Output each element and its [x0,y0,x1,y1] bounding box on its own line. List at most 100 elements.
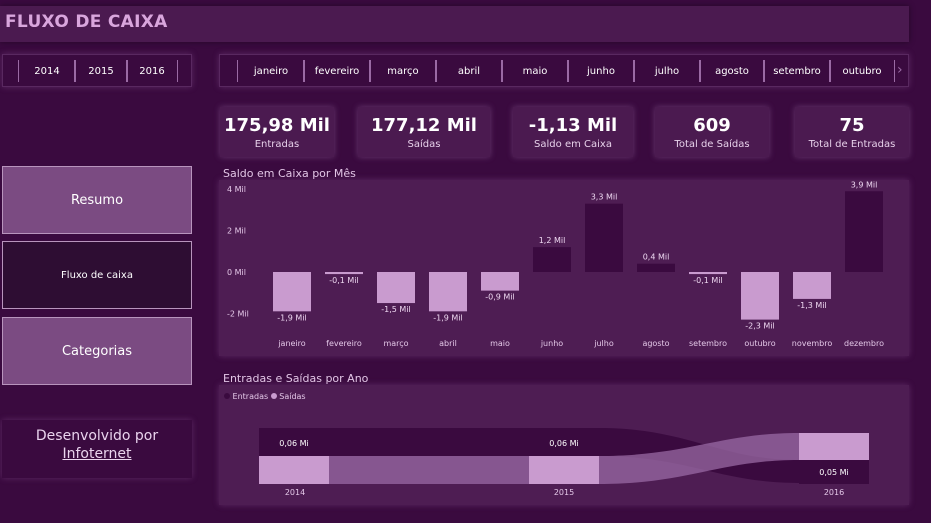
data-label: -1,3 Mil [797,301,827,310]
kpi-total-saidas: 609 Total de Saídas [655,107,769,157]
ribbon-saidas [329,456,529,484]
month-agosto-button[interactable]: agosto [699,60,765,82]
legend-entradas: Entradas [232,392,269,401]
x-tick-2015: 2015 [554,488,574,497]
saldo-chart-panel: 4 Mil 2 Mil 0 Mil -2 Mil -1,9 Mil janeiro -0,1… [219,180,909,356]
kpi-saidas: 177,12 Mil Saídas [358,107,490,157]
page-title: FLUXO DE CAIXA [5,12,168,32]
bar-março[interactable] [377,272,415,304]
x-tick-2014: 2014 [285,488,305,497]
label-2015-entradas: 0,06 Mi [549,439,578,448]
x-tick-label: março [383,339,408,348]
data-label: -2,3 Mil [745,322,775,331]
kpi-value: -1,13 Mil [528,115,618,136]
developer-prefix: Desenvolvido por [35,428,159,444]
label-2014-entradas: 0,06 Mi [279,439,308,448]
bar-janeiro[interactable] [273,272,311,312]
label-2016-entradas: 0,05 Mi [819,468,848,477]
chevron-right-icon[interactable]: › [897,62,903,78]
nav-fluxo-button[interactable]: Fluxo de caixa [2,241,192,309]
year-2016-button[interactable]: 2016 [126,60,178,82]
year-2014-button[interactable]: 2014 [18,60,76,82]
x-tick-label: abril [439,339,457,348]
kpi-value: 177,12 Mil [371,115,477,136]
bar-junho[interactable] [533,247,571,272]
bar-setembro[interactable] [689,272,727,275]
data-label: -1,9 Mil [433,313,463,322]
x-tick-label: outubro [744,339,775,348]
bar-abril[interactable] [429,272,467,312]
x-tick-label: fevereiro [326,339,362,348]
kpi-total-entradas: 75 Total de Entradas [795,107,909,157]
legend-saidas: Saídas [279,392,306,401]
bar-julho[interactable] [585,203,623,272]
developer-link[interactable]: Infoternet [2,446,192,462]
nav-categorias-button[interactable]: Categorias [2,317,192,385]
legend-dot-saidas [270,393,277,399]
data-label: -0,9 Mil [485,293,515,302]
data-label: -1,5 Mil [381,305,411,314]
kpi-label: Saídas [407,139,441,150]
month-fevereiro-button[interactable]: fevereiro [303,60,371,82]
kpi-label: Total de Entradas [808,139,896,150]
year-2015-button[interactable]: 2015 [74,60,128,82]
kpi-value: 75 [839,115,865,136]
ribbon-entradas [329,428,529,456]
data-label: -0,1 Mil [329,276,359,285]
y-tick-label: 4 Mil [227,185,246,194]
data-label: 0,4 Mil [643,253,670,262]
year-slicer[interactable]: 2014 2015 2016 [2,54,192,87]
month-janeiro-button[interactable]: janeiro [237,60,305,82]
bar-2014-saidas [259,456,329,484]
legend-dot-entradas [224,393,230,399]
bar-fevereiro[interactable] [325,272,363,275]
kpi-entradas: 175,98 Mil Entradas [220,107,334,157]
kpi-label: Entradas [254,139,300,150]
x-tick-2016: 2016 [824,488,844,497]
kpi-label: Total de Saídas [674,139,750,150]
y-tick-label: 0 Mil [227,268,246,277]
bar-2016-saidas [799,433,869,460]
y-tick-label: 2 Mil [227,227,246,236]
kpi-saldo: -1,13 Mil Saldo em Caixa [513,107,633,157]
x-tick-label: maio [490,339,510,348]
x-tick-label: julho [593,339,614,348]
month-julho-button[interactable]: julho [633,60,701,82]
saldo-chart-title: Saldo em Caixa por Mês [223,167,356,180]
bar-maio[interactable] [481,272,519,291]
bar-dezembro[interactable] [845,191,883,272]
month-slicer[interactable]: janeiro fevereiro março abril maio junho… [219,54,909,87]
x-tick-label: junho [540,339,563,348]
month-outubro-button[interactable]: outubro [829,60,895,82]
x-tick-label: janeiro [277,339,305,348]
developer-credit: Desenvolvido por Infoternet [2,420,192,478]
y-tick-label: -2 Mil [227,309,249,318]
x-tick-label: novembro [792,339,833,348]
bar-agosto[interactable] [637,263,675,272]
month-abril-button[interactable]: abril [435,60,503,82]
bar-novembro[interactable] [793,272,831,299]
kpi-value: 609 [693,115,731,136]
month-junho-button[interactable]: junho [567,60,635,82]
x-tick-label: dezembro [844,339,884,348]
data-label: 3,3 Mil [591,193,618,202]
entradas-saidas-panel: Entradas Saídas 0,06 Mi 0,06 Mi 0,05 Mi … [219,385,909,505]
entradas-saidas-chart-title: Entradas e Saídas por Ano [223,372,369,385]
bar-2015-saidas [529,456,599,484]
kpi-label: Saldo em Caixa [534,139,612,150]
entradas-saidas-chart: 0,06 Mi 0,06 Mi 0,05 Mi 2014 2015 2016 [259,428,869,497]
saldo-chart: 4 Mil 2 Mil 0 Mil -2 Mil -1,9 Mil janeiro -0,1… [227,180,884,348]
bar-outubro[interactable] [741,272,779,320]
kpi-value: 175,98 Mil [224,115,330,136]
x-tick-label: agosto [642,339,669,348]
data-label: 3,9 Mil [851,180,878,189]
data-label: 1,2 Mil [539,236,566,245]
month-marco-button[interactable]: março [369,60,437,82]
nav-resumo-button[interactable]: Resumo [2,166,192,234]
x-tick-label: setembro [689,339,727,348]
month-setembro-button[interactable]: setembro [763,60,831,82]
chart-legend: Entradas Saídas [224,392,306,401]
data-label: -1,9 Mil [277,313,307,322]
month-maio-button[interactable]: maio [501,60,569,82]
data-label: -0,1 Mil [693,276,723,285]
